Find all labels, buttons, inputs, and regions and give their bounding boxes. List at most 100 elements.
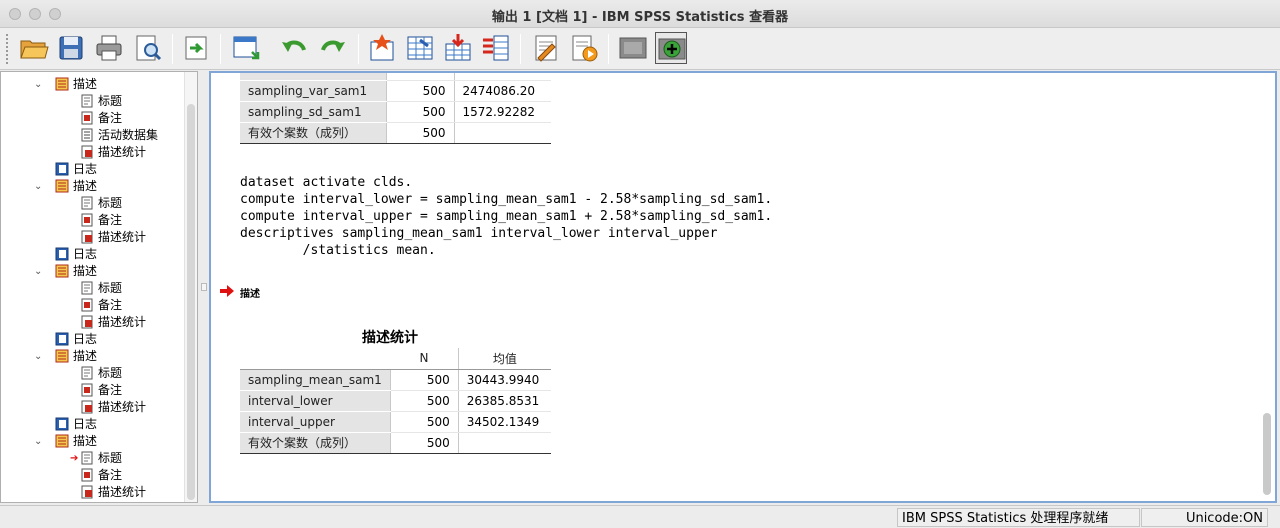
goto-variable-icon[interactable] xyxy=(404,32,436,64)
outline-item[interactable]: 备注 xyxy=(80,382,122,399)
table-row: interval_upper 500 34502.1349 xyxy=(240,411,551,433)
descriptive-statistics-table[interactable]: N 均值 sampling_mean_sam1 500 30443.9940 i… xyxy=(240,348,551,454)
chevron-down-icon[interactable]: ⌄ xyxy=(34,263,42,280)
outline-item[interactable]: 日志 xyxy=(55,246,97,263)
outline-item[interactable]: 描述统计 xyxy=(80,314,146,331)
redo-icon[interactable] xyxy=(317,32,349,64)
outline-item[interactable]: 日志 xyxy=(55,416,97,433)
goto-data-icon[interactable] xyxy=(230,32,262,64)
chevron-down-icon[interactable]: ⌄ xyxy=(34,348,42,365)
outline-item[interactable]: 日志 xyxy=(55,161,97,178)
toolbar xyxy=(0,28,1280,70)
outline-item[interactable]: 标题 xyxy=(80,93,122,110)
outline-item[interactable]: 描述统计 xyxy=(80,399,146,416)
outline-item-label: 标题 xyxy=(98,451,123,465)
outline-item[interactable]: 描述 xyxy=(55,348,97,365)
output-content-pane[interactable]: sampling_var_sam1 500 2474086.20 samplin… xyxy=(209,71,1277,503)
log-icon xyxy=(55,332,69,346)
window-title: 输出 1 [文档 1] - IBM SPSS Statistics 查看器 xyxy=(491,10,789,25)
folder-icon xyxy=(55,179,69,193)
outline-item-label: 标题 xyxy=(98,94,123,108)
log-icon xyxy=(55,162,69,176)
unicode-status: Unicode:ON xyxy=(1141,508,1268,527)
title-icon xyxy=(80,366,94,380)
table-title[interactable]: 描述统计 xyxy=(362,327,418,347)
folder-icon xyxy=(55,77,69,91)
outline-item[interactable]: 活动数据集 xyxy=(80,127,158,144)
table-row: interval_lower 500 26385.8531 xyxy=(240,390,551,412)
show-icon[interactable] xyxy=(655,32,687,64)
chevron-down-icon[interactable]: ⌄ xyxy=(34,433,42,450)
syntax-line: compute interval_upper = sampling_mean_s… xyxy=(240,209,773,224)
outline-item-label: 描述统计 xyxy=(98,230,147,244)
table-row: sampling_sd_sam1 500 1572.92282 xyxy=(240,101,551,123)
notes-icon xyxy=(80,298,94,312)
outline-scrollbar-thumb[interactable] xyxy=(187,104,195,500)
outline-item[interactable]: 描述 xyxy=(55,263,97,280)
save-icon[interactable] xyxy=(55,32,87,64)
outline-item-label: 描述 xyxy=(73,179,98,193)
outline-item[interactable]: 备注 xyxy=(80,467,122,484)
outline-item[interactable]: 描述 xyxy=(55,178,97,195)
export-icon[interactable] xyxy=(180,32,212,64)
content-scrollbar-thumb[interactable] xyxy=(1263,413,1271,495)
notes-icon xyxy=(80,383,94,397)
outline-item[interactable]: 标题 xyxy=(80,195,122,212)
outline-item-label: 描述统计 xyxy=(98,485,147,499)
syntax-line: dataset activate clds. xyxy=(240,175,413,190)
outline-item-label: 描述 xyxy=(73,434,98,448)
outline-item[interactable]: 描述 xyxy=(55,433,97,450)
syntax-log[interactable]: dataset activate clds. compute interval_l… xyxy=(240,174,772,259)
outline-item-label: 备注 xyxy=(98,383,123,397)
current-item-arrow-icon xyxy=(220,285,234,297)
outline-item[interactable]: 描述统计 xyxy=(80,484,146,501)
status-bar: IBM SPSS Statistics 处理程序就绪 Unicode:ON xyxy=(0,505,1280,528)
splitter-handle[interactable] xyxy=(201,283,207,291)
log-icon xyxy=(55,247,69,261)
title-bar: 输出 1 [文档 1] - IBM SPSS Statistics 查看器 xyxy=(0,0,1280,28)
title-icon xyxy=(80,196,94,210)
outline-item-label: 描述统计 xyxy=(98,400,147,414)
outline-item[interactable]: 日志 xyxy=(55,331,97,348)
print-preview-icon[interactable] xyxy=(132,32,164,64)
toolbar-grip[interactable] xyxy=(6,34,10,64)
column-header-mean: 均值 xyxy=(458,348,551,370)
processor-status: IBM SPSS Statistics 处理程序就绪 xyxy=(897,508,1140,527)
syntax-line: /statistics mean. xyxy=(240,243,436,258)
section-title[interactable]: 描述 xyxy=(240,285,260,300)
outline-item[interactable]: 备注 xyxy=(80,212,122,229)
outline-item[interactable]: 描述统计 xyxy=(80,144,146,161)
content-scrollbar[interactable] xyxy=(1263,77,1271,497)
table-row: sampling_mean_sam1 500 30443.9940 xyxy=(240,369,551,391)
outline-item[interactable]: 描述统计 xyxy=(80,229,146,246)
outline-item-label: 标题 xyxy=(98,366,123,380)
table-icon xyxy=(80,230,94,244)
chevron-down-icon[interactable]: ⌄ xyxy=(34,178,42,195)
outline-item[interactable]: 备注 xyxy=(80,297,122,314)
outline-pane[interactable]: ⌄ 描述 标题 备注 活动数据集 描述统计 日志 ⌄ 描述 标题 备注 描述统计 日志 ⌄ 描述 标题 备注 描述… xyxy=(0,71,198,503)
open-icon[interactable] xyxy=(18,32,50,64)
outline-item[interactable]: 备注 xyxy=(80,110,122,127)
undo-icon[interactable] xyxy=(278,32,310,64)
dataset-icon xyxy=(80,128,94,142)
print-icon[interactable] xyxy=(93,32,125,64)
outline-item[interactable]: 标题 xyxy=(80,450,122,467)
title-icon xyxy=(80,281,94,295)
table-row: 有效个案数（成列） 500 xyxy=(240,122,551,144)
hide-icon[interactable] xyxy=(617,32,649,64)
designate-window-icon[interactable] xyxy=(530,32,562,64)
folder-icon xyxy=(55,264,69,278)
current-item-arrow-icon: ➔ xyxy=(70,453,79,464)
chevron-down-icon[interactable]: ⌄ xyxy=(34,76,42,93)
variables-icon[interactable] xyxy=(480,32,512,64)
goto-case-icon[interactable] xyxy=(366,32,398,64)
outline-item[interactable]: 描述 xyxy=(55,76,97,93)
table-icon xyxy=(80,145,94,159)
run-icon[interactable] xyxy=(568,32,600,64)
outline-item-label: 日志 xyxy=(73,247,98,261)
outline-item-label: 描述 xyxy=(73,264,98,278)
insert-cases-icon[interactable] xyxy=(442,32,474,64)
outline-item[interactable]: 标题 xyxy=(80,280,122,297)
table-row: 有效个案数（成列） 500 xyxy=(240,432,551,454)
outline-item[interactable]: 标题 xyxy=(80,365,122,382)
